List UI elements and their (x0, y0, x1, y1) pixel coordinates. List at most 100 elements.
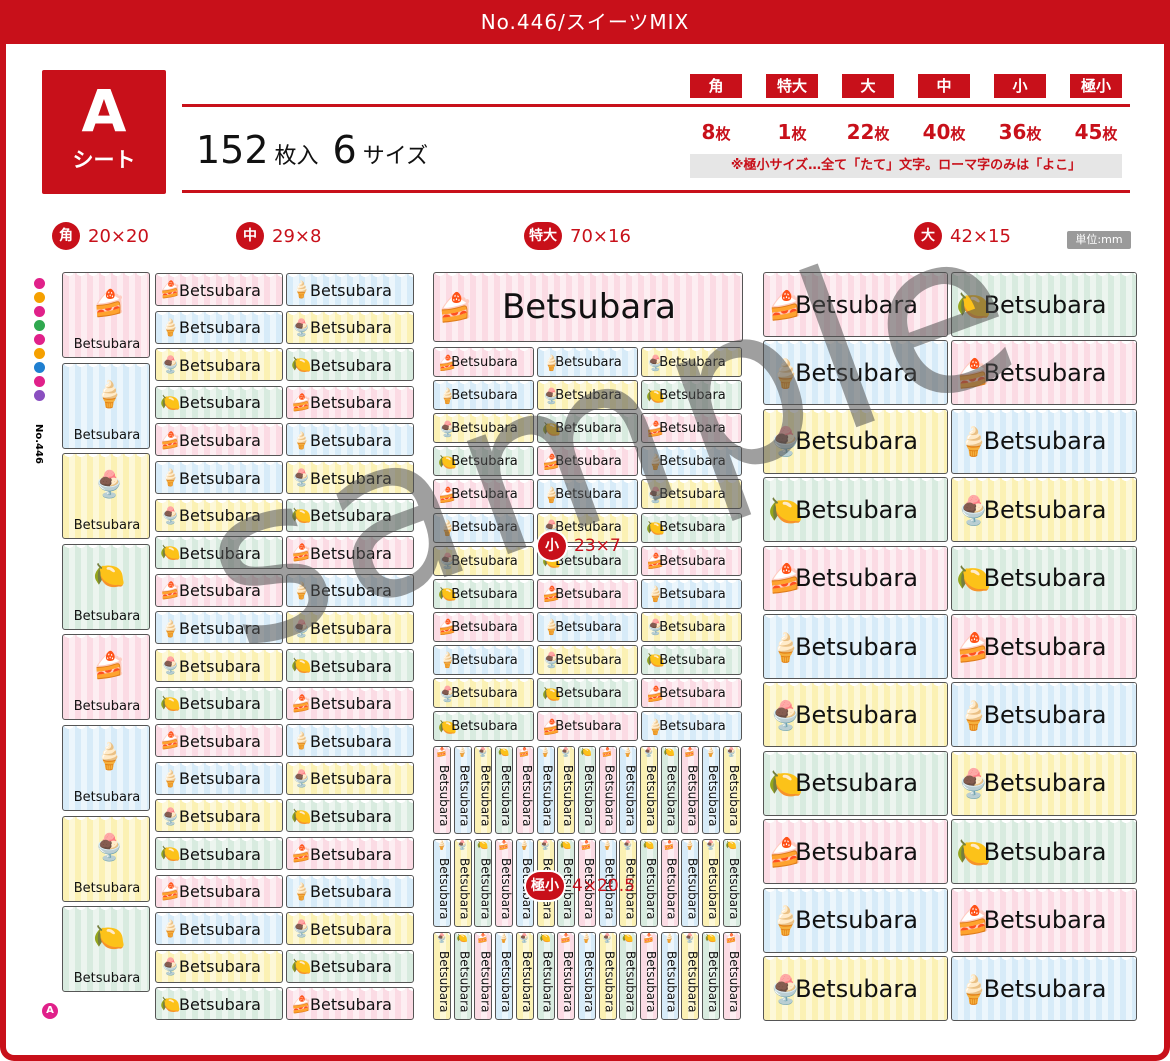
brand-logo (34, 278, 48, 404)
label-text: Betsubara (179, 994, 261, 1014)
tiny-label: 🍦 Betsubara (660, 932, 679, 1020)
sweets-icon: 🍦 (601, 841, 613, 851)
sweets-icon: 🍦 (705, 748, 717, 758)
label-text: Betsubara (437, 765, 451, 827)
small-label: 🍋 Betsubara (433, 446, 534, 477)
label-text: Betsubara (795, 632, 918, 661)
medium-label: 🍨 Betsubara (155, 799, 283, 833)
label-text: Betsubara (179, 656, 261, 676)
sheet-badge: A シート (42, 70, 166, 194)
label-text: Betsubara (726, 951, 741, 1013)
medium-label: 🍨 Betsubara (286, 611, 414, 645)
sweets-icon: 🍋 (456, 934, 468, 944)
label-text: Betsubara (73, 790, 141, 805)
size-count: 22枚 (846, 120, 890, 144)
tiny-label: 🍰 Betsubara (557, 932, 576, 1020)
large-label: 🍨 Betsubara (951, 750, 1137, 816)
small-label: 🍋 Betsubara (641, 644, 742, 675)
tiny-label: 🍋 Betsubara (619, 932, 638, 1020)
medium-label: 🍋 Betsubara (155, 536, 283, 570)
tiny-label: 🍋 Betsubara (453, 932, 472, 1020)
label-text: Betsubara (795, 974, 918, 1003)
label-text: Betsubara (73, 518, 141, 534)
label-text: Betsubara (179, 280, 261, 300)
label-text: Betsubara (310, 694, 392, 714)
medium-label: 🍋 Betsubara (286, 649, 414, 682)
size-header: 極小 (1070, 74, 1122, 98)
small-label: 🍨 Betsubara (537, 380, 638, 411)
count-unit: 枚入 (274, 144, 319, 169)
tiny-label: 🍋 Betsubara (702, 932, 721, 1020)
medium-label: 🍨 Betsubara (286, 310, 414, 344)
label-text: Betsubara (795, 701, 918, 729)
medium-label: 🍰 Betsubara (155, 423, 283, 457)
label-text: Betsubara (179, 581, 261, 601)
label-text: Betsubara (561, 765, 576, 827)
medium-label: 🍰 Betsubara (286, 385, 414, 419)
size-header: 小 (994, 74, 1046, 98)
label-text: Betsubara (310, 618, 392, 638)
sweets-icon: 🍰 (663, 841, 675, 851)
tiny-label: 🍋 Betsubara (577, 746, 596, 834)
label-text: Betsubara (664, 858, 679, 920)
label-text: Betsubara (659, 652, 726, 668)
brand-dot (34, 306, 45, 317)
small-label: 🍋 Betsubara (537, 678, 638, 708)
label-text: Betsubara (983, 769, 1107, 798)
medium-label: 🍨 Betsubara (155, 498, 283, 532)
label-text: Betsubara (659, 454, 726, 470)
tiny-label: 🍦 Betsubara (453, 746, 472, 834)
sweets-icon: 🍰 (93, 651, 126, 682)
large-label: 🍰 Betsubara (763, 545, 948, 611)
sweets-icon: 🍰 (518, 748, 531, 758)
sweets-icon: 🍋 (93, 560, 126, 591)
label-text: Betsubara (795, 427, 918, 456)
label-text: Betsubara (478, 951, 493, 1013)
label-text: Betsubara (555, 652, 622, 668)
label-text: Betsubara (664, 765, 679, 827)
small-label: 🍰 Betsubara (537, 446, 638, 477)
large-label: 🍦 Betsubara (763, 614, 948, 679)
label-text: Betsubara (310, 543, 392, 563)
brand-dot (34, 362, 45, 373)
size-count: 45枚 (1074, 120, 1118, 144)
label-text: Betsubara (659, 388, 726, 404)
small-label: 🍦 Betsubara (641, 578, 742, 609)
square-label: 🍋 Betsubara (62, 543, 150, 630)
large-label: 🍦 Betsubara (763, 340, 948, 406)
label-text: Betsubara (983, 906, 1107, 935)
large-label: 🍦 Betsubara (951, 682, 1137, 748)
sweets-icon: 🍦 (580, 934, 593, 944)
label-text: Betsubara (179, 957, 261, 977)
label-text: Betsubara (501, 286, 677, 327)
large-label: 🍰 Betsubara (951, 340, 1137, 406)
label-text: Betsubara (310, 994, 392, 1014)
label-text: Betsubara (561, 951, 576, 1013)
label-text: Betsubara (983, 564, 1107, 593)
label-text: Betsubara (795, 769, 918, 798)
sweets-icon: 🍨 (436, 934, 448, 944)
size-count: 36枚 (998, 120, 1042, 144)
medium-label: 🍰 Betsubara (155, 874, 283, 908)
label-text: Betsubara (602, 951, 617, 1013)
sweets-icon: 🍦 (663, 934, 675, 944)
tiny-label: 🍋 Betsubara (495, 746, 514, 834)
brand-dot (34, 278, 45, 289)
large-label: 🍋 Betsubara (951, 819, 1137, 885)
label-text: Betsubara (457, 858, 472, 920)
medium-label: 🍋 Betsubara (286, 348, 414, 382)
tiny-label: 🍋 Betsubara (536, 932, 555, 1020)
large-label: 🍰 Betsubara (763, 272, 948, 337)
size-count: 40枚 (922, 120, 966, 144)
sweets-icon: 🍰 (601, 748, 613, 758)
small-label: 🍨 Betsubara (433, 545, 534, 576)
label-text: Betsubara (179, 769, 261, 789)
medium-label: 🍦 Betsubara (286, 273, 414, 306)
tiny-label: 🍨 Betsubara (722, 746, 741, 834)
label-text: Betsubara (451, 520, 518, 536)
label-text: Betsubara (795, 564, 918, 593)
brand-dot (34, 334, 45, 345)
sweets-icon: 🍰 (643, 934, 655, 944)
label-text: Betsubara (555, 388, 622, 404)
label-text: Betsubara (451, 553, 518, 569)
